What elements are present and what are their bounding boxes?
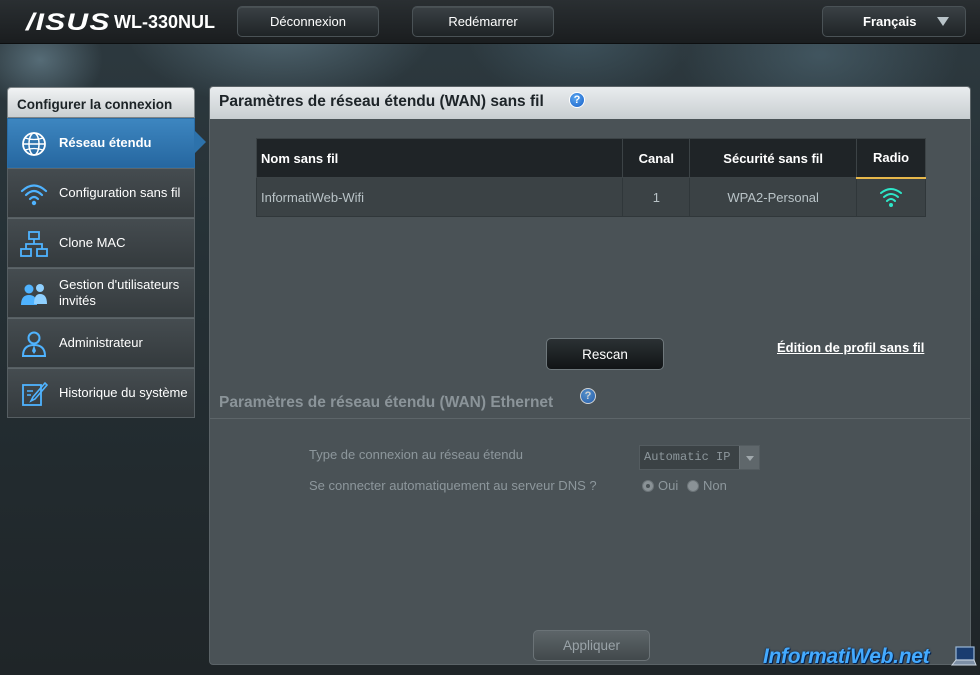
sidebar-item-syslog[interactable]: Historique du système (7, 368, 195, 418)
sidebar-item-wan[interactable]: Réseau étendu (7, 118, 206, 168)
divider (210, 418, 970, 419)
asus-logo: /ISUS (26, 9, 111, 36)
sidebar-item-label: Configuration sans fil (59, 185, 181, 200)
logout-button[interactable]: Déconnexion (237, 6, 379, 37)
apply-button[interactable]: Appliquer (533, 630, 650, 661)
main-panel: Paramètres de réseau étendu (WAN) sans f… (209, 86, 971, 665)
connection-type-label: Type de connexion au réseau étendu (309, 447, 523, 462)
sidebar-item-mac-clone[interactable]: Clone MAC (7, 218, 195, 268)
cell-ssid: InformatiWeb-Wifi (255, 177, 624, 217)
sidebar: Configurer la connexion Réseau étendu Co… (7, 87, 206, 418)
radio-no-label: Non (703, 478, 727, 493)
radio-yes-label: Oui (658, 478, 679, 493)
column-header-channel[interactable]: Canal (622, 138, 691, 178)
network-icon (20, 231, 48, 257)
sidebar-item-label: Réseau étendu (59, 135, 152, 150)
panel-header: Paramètres de réseau étendu (WAN) sans f… (210, 87, 970, 119)
section-title-ethernet: Paramètres de réseau étendu (WAN) Ethern… (219, 394, 554, 411)
wifi-signal-icon (880, 187, 903, 207)
table-header-row: Nom sans fil Canal Sécurité sans fil Rad… (255, 138, 926, 179)
edit-wireless-profile-link[interactable]: Édition de profil sans fil (777, 340, 924, 355)
column-header-radio[interactable]: Radio (856, 138, 926, 179)
dns-auto-label: Se connecter automatiquement au serveur … (309, 478, 597, 493)
dns-yes-option[interactable]: Oui (642, 478, 678, 493)
sidebar-item-label: Historique du système (59, 385, 188, 400)
help-icon[interactable]: ? (569, 92, 585, 108)
rescan-button[interactable]: Rescan (546, 338, 664, 370)
sidebar-item-wireless[interactable]: Configuration sans fil (7, 168, 195, 218)
dns-no-option[interactable]: Non (687, 478, 727, 493)
log-icon (22, 381, 49, 406)
radio-yes[interactable] (642, 479, 654, 492)
sidebar-item-label: Clone MAC (59, 235, 126, 250)
sidebar-item-admin[interactable]: Administrateur (7, 318, 195, 368)
cell-channel: 1 (622, 177, 691, 217)
users-icon (21, 284, 47, 305)
connection-type-value: Automatic IP (644, 450, 731, 464)
language-label: Français (863, 14, 917, 29)
column-header-security[interactable]: Sécurité sans fil (689, 138, 858, 178)
laptop-icon (950, 646, 977, 666)
sidebar-title: Configurer la connexion (7, 87, 195, 118)
sidebar-item-label: Gestion d'utilisateurs invités (59, 277, 180, 308)
help-icon[interactable]: ? (580, 388, 596, 404)
table-row[interactable]: InformatiWeb-Wifi 1 WPA2-Personal (255, 177, 926, 217)
chevron-down-icon (739, 446, 759, 469)
radio-no[interactable] (687, 479, 699, 492)
globe-icon (22, 132, 46, 156)
cell-radio (856, 177, 926, 217)
connection-type-select[interactable]: Automatic IP (639, 445, 760, 470)
cell-security: WPA2-Personal (689, 177, 858, 217)
sidebar-item-label: Administrateur (59, 335, 143, 350)
reboot-button[interactable]: Redémarrer (412, 6, 554, 37)
column-header-ssid[interactable]: Nom sans fil (255, 138, 624, 178)
chevron-down-icon (937, 17, 949, 26)
language-select[interactable]: Français (822, 6, 966, 37)
top-header: /ISUS WL-330NUL Déconnexion Redémarrer F… (0, 0, 980, 44)
sidebar-item-guest-users[interactable]: Gestion d'utilisateurs invités (7, 268, 195, 318)
model-name: WL-330NUL (114, 12, 216, 32)
admin-icon (21, 331, 47, 357)
wifi-icon (20, 184, 48, 206)
wireless-networks-table: Nom sans fil Canal Sécurité sans fil Rad… (255, 138, 926, 217)
page-title: Paramètres de réseau étendu (WAN) sans f… (219, 93, 544, 110)
watermark: InformatiWeb.net (763, 645, 930, 668)
